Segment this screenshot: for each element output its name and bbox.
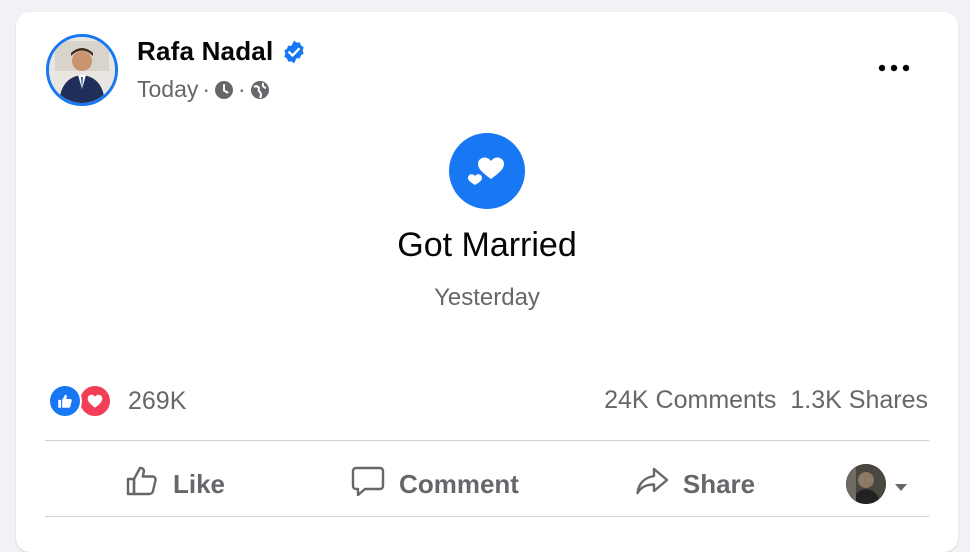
share-icon [635,466,669,503]
like-icon [125,465,159,504]
author-avatar[interactable] [46,34,118,106]
like-reaction-icon [48,384,82,418]
meta-separator: · [202,76,211,102]
share-label: Share [682,468,756,499]
meta-separator-2: · [238,76,246,102]
post-meta: Today · · [137,76,270,103]
share-button[interactable]: Share [565,456,825,512]
author-name[interactable]: Rafa Nadal [137,36,273,67]
reaction-count[interactable]: 269K [128,387,186,416]
like-label: Like [172,468,226,499]
action-bar: Like Comment Share [45,452,929,516]
engagement-stats: 24K Comments 1.3K Shares [604,386,928,415]
comment-icon [351,465,385,504]
divider [45,440,929,441]
author-photo [49,37,115,103]
clock-icon [214,80,234,100]
caret-down-icon [894,469,908,500]
globe-icon[interactable] [250,80,270,100]
comment-label: Comment [399,468,519,499]
life-event-date: Yesterday [434,284,540,311]
shares-count[interactable]: 1.3K Shares [790,386,928,415]
hearts-icon [449,133,525,209]
like-button[interactable]: Like [45,456,305,512]
more-options-icon[interactable] [876,56,912,80]
audience-selector[interactable] [825,456,929,512]
comment-button[interactable]: Comment [305,456,565,512]
life-event-title: Got Married [397,226,577,264]
divider-bottom [45,516,929,517]
reaction-summary[interactable]: 269K [48,384,186,418]
post-timestamp[interactable]: Today [137,76,198,103]
author-line: Rafa Nadal [137,36,307,67]
comments-count[interactable]: 24K Comments [604,386,776,415]
post-card: Rafa Nadal Today · · Got Married Yesterd… [16,12,958,552]
verified-badge-icon [281,39,307,65]
user-avatar [846,464,886,504]
love-reaction-icon [78,384,112,418]
